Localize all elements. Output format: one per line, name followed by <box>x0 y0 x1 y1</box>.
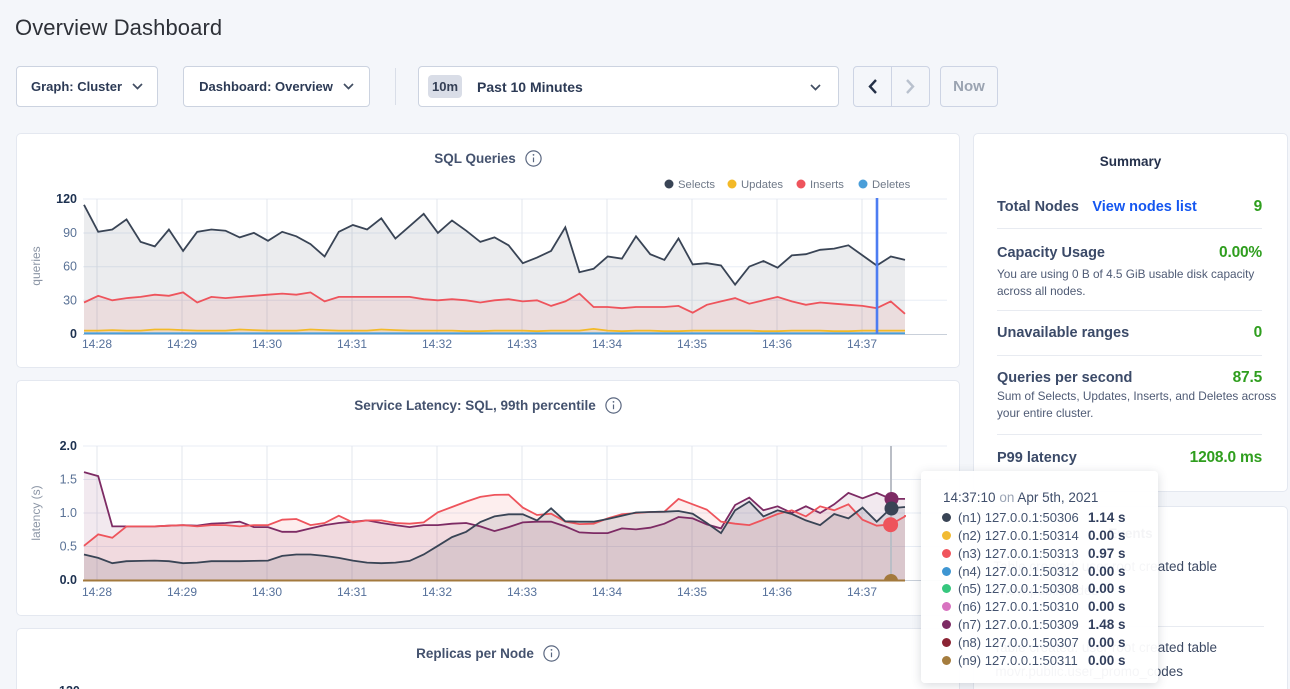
svg-text:14:37: 14:37 <box>847 585 877 599</box>
svg-text:0: 0 <box>70 327 77 341</box>
svg-text:14:36: 14:36 <box>762 337 792 351</box>
svg-text:14:28: 14:28 <box>82 585 112 599</box>
svg-text:14:30: 14:30 <box>252 585 282 599</box>
svg-text:90: 90 <box>63 226 77 240</box>
svg-text:30: 30 <box>63 293 77 307</box>
svg-text:14:35: 14:35 <box>677 337 707 351</box>
svg-text:2.0: 2.0 <box>60 439 77 453</box>
svg-text:latency (s): latency (s) <box>29 485 43 540</box>
svg-text:14:34: 14:34 <box>592 585 622 599</box>
svg-text:14:29: 14:29 <box>167 337 197 351</box>
svg-text:14:35: 14:35 <box>677 585 707 599</box>
svg-text:14:33: 14:33 <box>507 337 537 351</box>
svg-text:14:36: 14:36 <box>762 585 792 599</box>
svg-text:14:31: 14:31 <box>337 337 367 351</box>
svg-text:0.5: 0.5 <box>60 540 77 554</box>
svg-text:14:32: 14:32 <box>422 585 452 599</box>
svg-text:14:37: 14:37 <box>847 337 877 351</box>
svg-text:14:34: 14:34 <box>592 337 622 351</box>
svg-text:120: 120 <box>56 192 77 206</box>
svg-text:Deletes: Deletes <box>872 179 911 191</box>
svg-text:14:30: 14:30 <box>252 337 282 351</box>
svg-text:Selects: Selects <box>678 179 715 191</box>
svg-text:0.0: 0.0 <box>60 573 77 587</box>
svg-text:queries: queries <box>29 246 43 285</box>
svg-text:1.5: 1.5 <box>60 473 77 487</box>
svg-text:14:29: 14:29 <box>167 585 197 599</box>
svg-text:14:31: 14:31 <box>337 585 367 599</box>
svg-text:Inserts: Inserts <box>810 179 844 191</box>
svg-text:Updates: Updates <box>741 179 783 191</box>
svg-text:14:28: 14:28 <box>82 337 112 351</box>
svg-text:14:32: 14:32 <box>422 337 452 351</box>
svg-text:60: 60 <box>63 260 77 274</box>
svg-text:14:33: 14:33 <box>507 585 537 599</box>
svg-text:1.0: 1.0 <box>60 506 77 520</box>
